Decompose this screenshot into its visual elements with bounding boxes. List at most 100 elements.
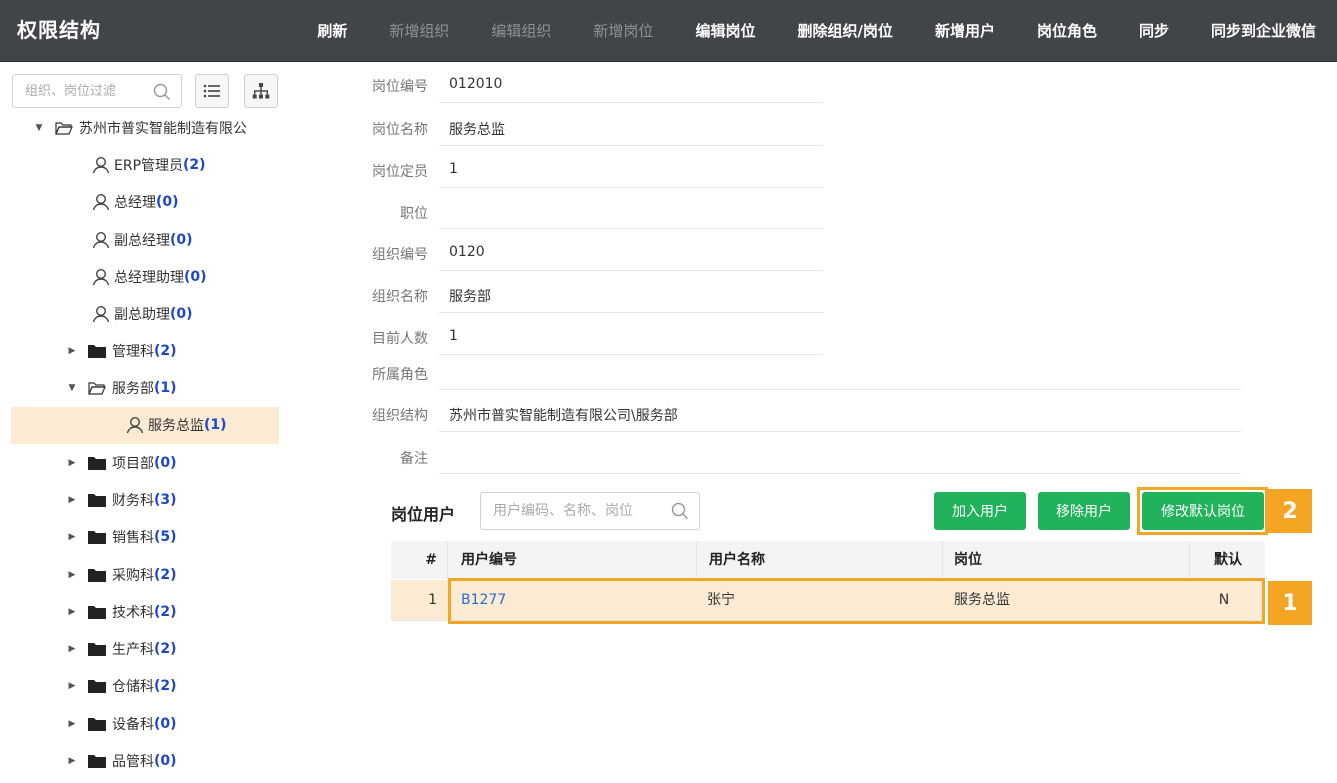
- tree-node-equipment-dept[interactable]: ▶ 设备科 (0): [66, 707, 177, 741]
- field-value-headcount: 1: [449, 161, 458, 177]
- col-index: #: [425, 552, 437, 568]
- caret-down-icon[interactable]: ▼: [66, 383, 78, 393]
- caret-right-icon[interactable]: ▶: [66, 532, 78, 542]
- field-org-structure: 组织结构: [360, 405, 428, 447]
- folder-icon: [88, 717, 106, 731]
- post-users-title: 岗位用户: [391, 505, 456, 524]
- search-icon[interactable]: [153, 83, 171, 105]
- divider: [439, 270, 823, 271]
- field-label: 岗位编号: [372, 79, 428, 95]
- top-menu: 刷新 新增组织 编辑组织 新增岗位 编辑岗位 删除组织/岗位 新增用户 岗位角色…: [296, 0, 1337, 61]
- field-remark: 备注: [360, 448, 428, 490]
- tree-node-qc-dept[interactable]: ▶ 品管科 (0): [66, 744, 177, 778]
- tree-filter-input[interactable]: [23, 75, 157, 107]
- field-label: 组织编号: [372, 247, 428, 263]
- caret-right-icon[interactable]: ▶: [66, 346, 78, 356]
- col-user-code[interactable]: 用户编号: [461, 541, 517, 579]
- col-user-name[interactable]: 用户名称: [709, 541, 765, 579]
- folder-open-icon: [88, 381, 106, 395]
- caret-right-icon[interactable]: ▶: [66, 644, 78, 654]
- field-value-current-count: 1: [449, 328, 458, 344]
- add-org-button[interactable]: 新增组织: [368, 20, 470, 41]
- field-label: 岗位名称: [372, 122, 428, 138]
- caret-right-icon[interactable]: ▶: [66, 570, 78, 580]
- tree-node-tech-dept[interactable]: ▶ 技术科 (2): [66, 595, 177, 629]
- app-title: 权限结构: [17, 18, 101, 42]
- field-label: 组织结构: [372, 408, 428, 424]
- add-user-button[interactable]: 新增用户: [914, 20, 1016, 41]
- tree-node-finance-dept[interactable]: ▶ 财务科 (3): [66, 483, 177, 517]
- sync-wecom-button[interactable]: 同步到企业微信: [1190, 20, 1337, 41]
- tree-node-count: (0): [154, 716, 177, 732]
- col-post[interactable]: 岗位: [954, 541, 982, 579]
- field-value-org-structure: 苏州市普实智能制造有限公司\服务部: [449, 408, 678, 424]
- field-post-name: 岗位名称: [360, 119, 428, 161]
- tree-node-purchasing-dept[interactable]: ▶ 采购科 (2): [66, 558, 177, 592]
- tree-node-label: 总经理助理: [114, 270, 184, 286]
- edit-org-button[interactable]: 编辑组织: [470, 20, 572, 41]
- person-icon: [92, 231, 110, 249]
- divider: [439, 145, 823, 146]
- add-post-button[interactable]: 新增岗位: [572, 20, 674, 41]
- caret-right-icon[interactable]: ▶: [66, 719, 78, 729]
- field-post-code: 岗位编号: [360, 76, 428, 118]
- post-role-button[interactable]: 岗位角色: [1016, 20, 1118, 41]
- list-view-button[interactable]: [195, 74, 229, 108]
- folder-icon: [88, 530, 106, 544]
- search-icon[interactable]: [671, 502, 689, 524]
- remove-user-button[interactable]: 移除用户: [1038, 492, 1130, 530]
- tree-node-deputy-assistant[interactable]: 副总助理 (0): [92, 297, 193, 331]
- field-value-org-code: 0120: [449, 244, 485, 260]
- edit-post-button[interactable]: 编辑岗位: [674, 20, 776, 41]
- tree-node-company[interactable]: ▼ 苏州市普实智能制造有限公: [33, 111, 247, 145]
- person-icon: [92, 156, 110, 174]
- tree-node-label: 销售科: [112, 530, 154, 546]
- tree-node-project-dept[interactable]: ▶ 项目部 (0): [66, 446, 177, 480]
- tree-node-label: 服务部: [112, 381, 154, 397]
- add-user-to-post-button[interactable]: 加入用户: [934, 492, 1026, 530]
- tree-node-count: (2): [154, 678, 177, 694]
- caret-right-icon[interactable]: ▶: [66, 756, 78, 766]
- caret-right-icon[interactable]: ▶: [66, 681, 78, 691]
- caret-right-icon[interactable]: ▶: [66, 495, 78, 505]
- tree-node-gm-assistant[interactable]: 总经理助理 (0): [92, 260, 207, 294]
- tree-node-count: (5): [154, 529, 177, 545]
- caret-down-icon[interactable]: ▼: [33, 123, 45, 133]
- user-search-input[interactable]: [491, 493, 665, 529]
- tree-node-service-dept[interactable]: ▼ 服务部 (1): [66, 371, 177, 405]
- tree-node-label: 品管科: [112, 754, 154, 770]
- tree-node-label: 财务科: [112, 493, 154, 509]
- folder-icon: [88, 642, 106, 656]
- sync-button[interactable]: 同步: [1118, 20, 1190, 41]
- refresh-button[interactable]: 刷新: [296, 20, 368, 41]
- tree-node-count: (3): [154, 492, 177, 508]
- list-icon: [203, 84, 220, 98]
- field-org-code: 组织编号: [360, 244, 428, 286]
- tree-node-label: 副总经理: [114, 233, 170, 249]
- divider: [439, 473, 1241, 474]
- tree-node-general-manager[interactable]: 总经理 (0): [92, 185, 179, 219]
- tree-node-label: 采购科: [112, 568, 154, 584]
- tree-view-button[interactable]: [244, 74, 278, 108]
- tree-node-count: (2): [154, 641, 177, 657]
- caret-right-icon[interactable]: ▶: [66, 458, 78, 468]
- highlight-box-row: [448, 578, 1265, 624]
- tree-node-warehouse-dept[interactable]: ▶ 仓储科 (2): [66, 669, 177, 703]
- col-default[interactable]: 默认: [1199, 541, 1257, 579]
- tree-node-deputy-gm[interactable]: 副总经理 (0): [92, 223, 193, 257]
- person-icon: [92, 193, 110, 211]
- caret-right-icon[interactable]: ▶: [66, 607, 78, 617]
- tree-node-label: 仓储科: [112, 679, 154, 695]
- column-divider: [447, 541, 448, 579]
- tree-node-service-director[interactable]: 服务总监 (1): [126, 408, 227, 442]
- tree-node-production-dept[interactable]: ▶ 生产科 (2): [66, 632, 177, 666]
- tree-node-count: (2): [154, 604, 177, 620]
- tree-node-count: (0): [154, 753, 177, 769]
- tree-node-sales-dept[interactable]: ▶ 销售科 (5): [66, 520, 177, 554]
- tree-node-count: (1): [204, 417, 227, 433]
- tree-node-erp-admin[interactable]: ERP管理员 (2): [92, 148, 206, 182]
- field-value-post-code: 012010: [449, 76, 503, 92]
- delete-org-post-button[interactable]: 删除组织/岗位: [776, 20, 913, 41]
- tree-node-admin-dept[interactable]: ▶ 管理科 (2): [66, 334, 177, 368]
- tree-node-count: (2): [154, 567, 177, 583]
